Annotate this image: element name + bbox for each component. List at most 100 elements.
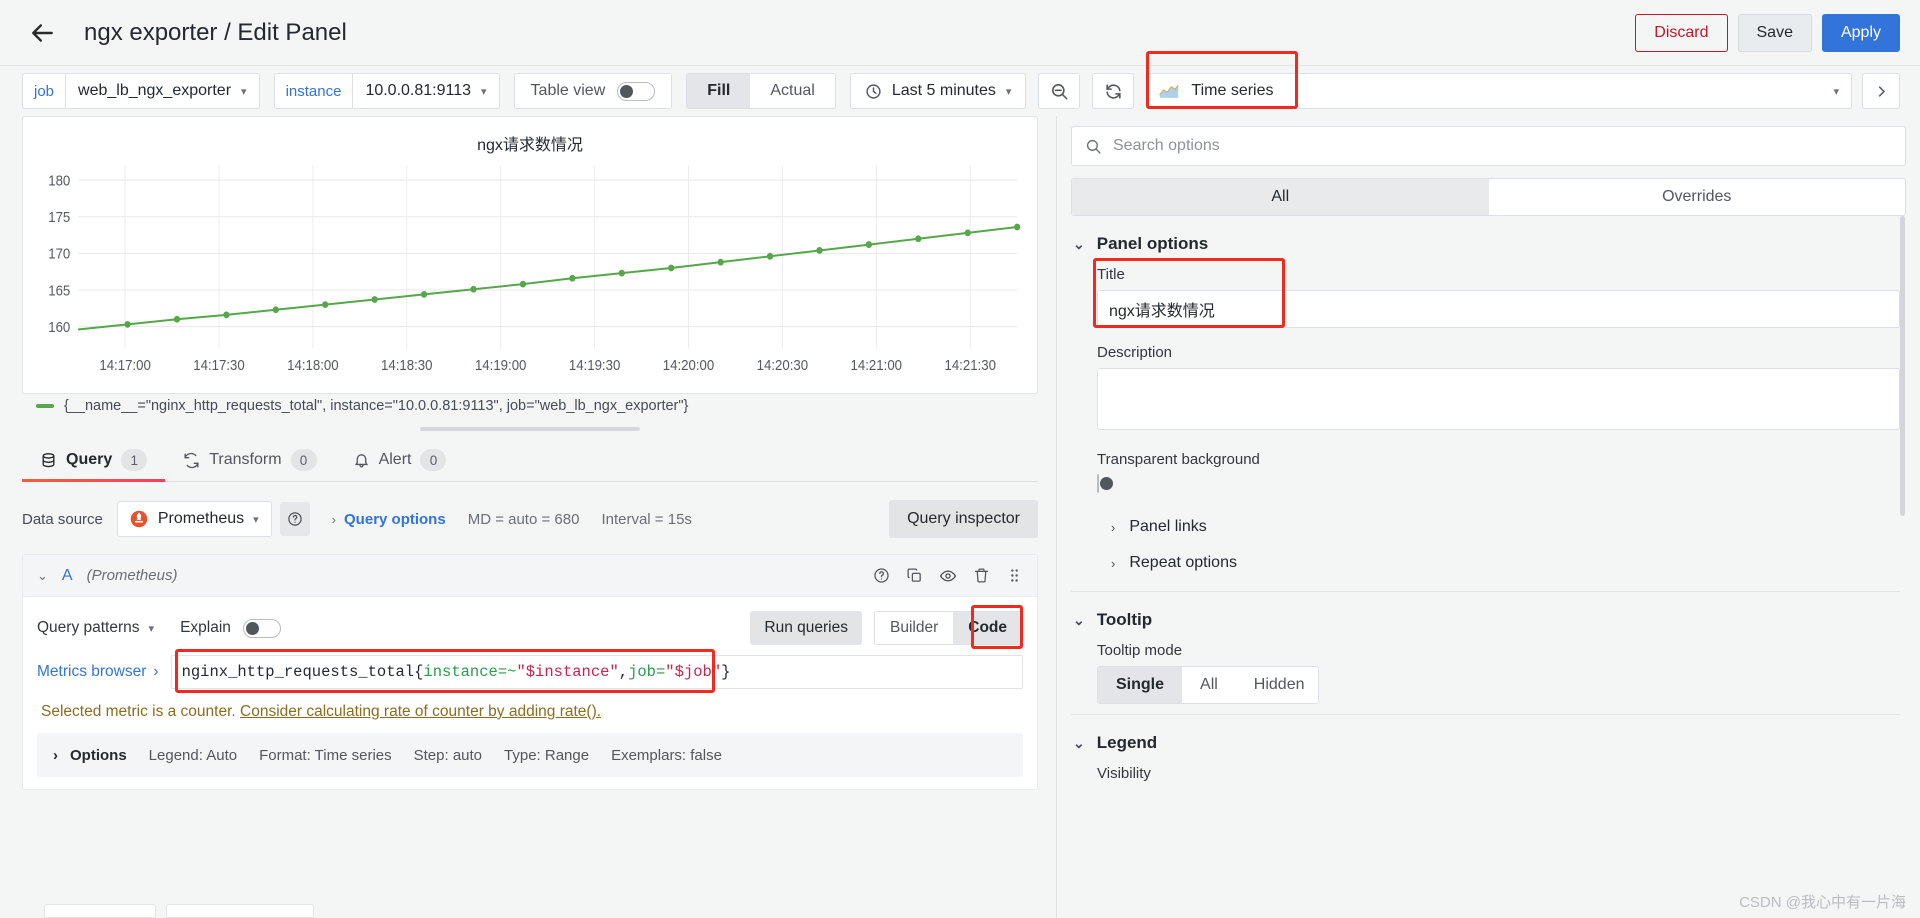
panel-links-section[interactable]: › Panel links [1097, 509, 1900, 545]
tab-query-label: Query [66, 451, 113, 468]
svg-text:14:21:00: 14:21:00 [851, 356, 903, 373]
actual-button[interactable]: Actual [750, 74, 834, 108]
add-expression-stub[interactable] [166, 904, 314, 918]
options-pane-toggle[interactable] [1862, 73, 1900, 109]
chart-area[interactable]: 160 165 170 175 180 14:17:00 14:17:30 14:18:00 1… [35, 157, 1025, 389]
tab-query-badge: 1 [121, 449, 148, 471]
tooltip-mode-all[interactable]: All [1182, 667, 1236, 703]
counter-warning-link[interactable]: Consider calculating rate of counter by … [240, 703, 601, 720]
panel-title: ngx请求数情况 [477, 137, 583, 154]
code-button[interactable]: Code [953, 612, 1022, 644]
clock-icon [866, 83, 881, 99]
tab-query[interactable]: Query 1 [22, 439, 166, 482]
query-patterns-button[interactable]: Query patterns ▾ [37, 619, 154, 637]
resize-grip[interactable] [420, 427, 640, 431]
variable-instance-select[interactable]: 10.0.0.81:9113 ▾ [352, 73, 500, 109]
query-options[interactable]: › Query options MD = auto = 680 Interval… [332, 511, 692, 528]
chevron-right-icon [1878, 85, 1885, 97]
run-queries-button[interactable]: Run queries [750, 611, 862, 645]
refresh-icon [1106, 83, 1121, 99]
expr-label1-key: instance=~ [423, 663, 517, 681]
tab-transform[interactable]: Transform 0 [165, 439, 334, 481]
switch-knob [1100, 477, 1113, 490]
tooltip-mode-single[interactable]: Single [1098, 667, 1183, 703]
query-collapse-toggle[interactable]: ⌄ [37, 568, 48, 584]
chevron-down-icon: ▾ [481, 85, 487, 98]
fill-button[interactable]: Fill [687, 74, 751, 108]
pane-resize-bar[interactable] [22, 418, 1038, 440]
builder-button[interactable]: Builder [875, 612, 953, 644]
option-type: Type: Range [504, 746, 590, 764]
trash-icon[interactable] [973, 567, 990, 584]
section-legend[interactable]: ⌄ Legend [1071, 715, 1900, 765]
options-scrollbar[interactable] [1900, 216, 1905, 516]
drag-handle-icon[interactable] [1006, 567, 1023, 584]
tooltip-body: Tooltip mode Single All Hidden [1071, 642, 1900, 704]
table-view-toggle[interactable]: Table view [513, 73, 673, 109]
section-tooltip[interactable]: ⌄ Tooltip [1071, 592, 1900, 642]
counter-warning-text: Selected metric is a counter. [41, 703, 236, 720]
tooltip-mode-hidden[interactable]: Hidden [1236, 667, 1318, 703]
table-view-switch[interactable] [617, 81, 656, 101]
repeat-options-section[interactable]: › Repeat options [1097, 545, 1900, 581]
explain-switch[interactable] [242, 618, 281, 638]
datasource-select[interactable]: Prometheus ▾ [116, 501, 272, 537]
query-inspector-button[interactable]: Query inspector [889, 500, 1038, 538]
refresh-button[interactable] [1092, 73, 1135, 109]
expr-label2-value: "$job" [665, 663, 722, 681]
tab-alert[interactable]: Alert 0 [335, 439, 465, 481]
chevron-down-icon: ⌄ [1073, 235, 1085, 252]
query-options-label[interactable]: Query options [344, 511, 446, 528]
tab-overrides[interactable]: Overrides [1489, 179, 1906, 215]
search-options-input[interactable] [1113, 137, 1892, 155]
datasource-help-button[interactable] [279, 502, 310, 536]
tab-all[interactable]: All [1072, 179, 1489, 215]
query-options-summary[interactable]: › Options Legend: Auto Format: Time seri… [37, 733, 1023, 777]
apply-button[interactable]: Apply [1821, 13, 1900, 52]
left-pane: ngx请求数情况 160 165 170 175 180 14:17:00 14:17:30… [0, 116, 1056, 918]
chevron-down-icon: ▾ [148, 622, 155, 635]
legend-series-label[interactable]: {__name__="nginx_http_requests_total", i… [64, 398, 688, 414]
back-button[interactable] [26, 16, 60, 50]
options-toggle[interactable]: › Options [53, 747, 127, 764]
metrics-browser-button[interactable]: Metrics browser › [37, 663, 159, 681]
metrics-browser-label: Metrics browser [37, 663, 147, 680]
add-query-stub[interactable] [44, 904, 156, 918]
panel-toolbar: job web_lb_ngx_exporter ▾ instance 10.0.… [0, 51, 1920, 116]
transparent-background-switch[interactable] [1097, 474, 1113, 493]
expr-metric: nginx_http_requests_total [181, 663, 415, 681]
expr-label2-key: job= [628, 663, 666, 681]
visualization-picker[interactable]: Time series ▾ [1146, 73, 1852, 109]
title-label: Title [1097, 266, 1125, 283]
panel-title-input[interactable] [1097, 290, 1900, 328]
legend-color-swatch[interactable] [36, 404, 54, 408]
zoom-out-button[interactable] [1038, 73, 1081, 109]
tab-transform-label: Transform [209, 451, 282, 468]
explain-control[interactable]: Explain [180, 618, 281, 638]
panel-description-input[interactable] [1097, 368, 1900, 430]
promql-expression-input[interactable]: nginx_http_requests_total{instance=~ "$in… [170, 655, 1023, 689]
variable-instance: instance 10.0.0.81:9113 ▾ [273, 73, 500, 109]
eye-icon[interactable] [939, 567, 957, 585]
option-exemplars: Exemplars: false [611, 746, 722, 764]
query-ref-id[interactable]: A [62, 567, 73, 585]
database-icon [42, 452, 55, 467]
expr-comma: , [618, 663, 629, 681]
save-button[interactable]: Save [1737, 13, 1812, 52]
svg-text:14:19:00: 14:19:00 [475, 356, 527, 373]
discard-button[interactable]: Discard [1635, 13, 1728, 52]
search-options-box[interactable] [1071, 126, 1906, 166]
help-circle-icon[interactable] [873, 567, 890, 584]
zoom-out-icon [1051, 83, 1068, 99]
copy-icon[interactable] [906, 567, 923, 584]
tooltip-mode-segment: Single All Hidden [1097, 666, 1319, 704]
time-range-picker[interactable]: Last 5 minutes ▾ [849, 73, 1027, 109]
section-panel-options[interactable]: ⌄ Panel options [1071, 216, 1900, 266]
prometheus-icon [130, 510, 149, 529]
tab-alert-badge: 0 [420, 449, 447, 471]
legend-header: Legend [1096, 733, 1158, 752]
query-row-header: ⌄ A (Prometheus) [23, 555, 1037, 597]
variable-job-select[interactable]: web_lb_ngx_exporter ▾ [65, 73, 260, 109]
svg-text:14:18:00: 14:18:00 [287, 356, 339, 373]
options-scroll-area[interactable]: ⌄ Panel options Title Description Transp… [1071, 216, 1906, 918]
